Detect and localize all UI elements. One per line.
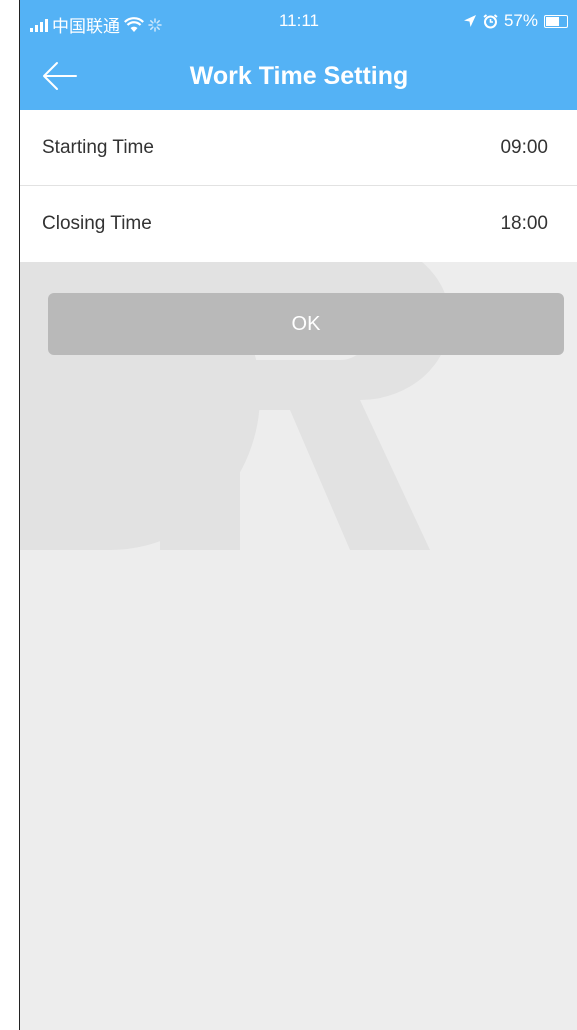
battery-percent: 57% bbox=[503, 11, 538, 30]
screenshot-frame: 中国联通 11:11 57% Work Time Setting Startin… bbox=[0, 0, 577, 1030]
page-title: Work Time Setting bbox=[189, 62, 409, 90]
phone-screen: 中国联通 11:11 57% Work Time Setting Startin… bbox=[19, 0, 577, 1030]
closing-time-row[interactable]: Closing Time 18:00 bbox=[20, 186, 577, 262]
left-margin bbox=[0, 0, 19, 1030]
location-arrow-icon bbox=[463, 15, 476, 27]
battery-icon bbox=[544, 14, 568, 28]
status-bar: 中国联通 11:11 57% bbox=[20, 0, 577, 44]
starting-time-label: Starting Time bbox=[42, 137, 154, 158]
closing-time-label: Closing Time bbox=[42, 213, 152, 234]
ok-button[interactable]: OK bbox=[48, 293, 564, 355]
navigation-bar: Work Time Setting bbox=[20, 44, 577, 110]
starting-time-row[interactable]: Starting Time 09:00 bbox=[20, 110, 577, 186]
watermark-graphic bbox=[20, 240, 450, 550]
status-right: 57% bbox=[463, 11, 568, 31]
app-header: 中国联通 11:11 57% Work Time Setting bbox=[20, 0, 577, 110]
starting-time-value[interactable]: 09:00 bbox=[500, 137, 548, 159]
alarm-icon bbox=[483, 13, 498, 28]
closing-time-value[interactable]: 18:00 bbox=[500, 213, 548, 235]
settings-list: Starting Time 09:00 Closing Time 18:00 bbox=[20, 110, 577, 262]
